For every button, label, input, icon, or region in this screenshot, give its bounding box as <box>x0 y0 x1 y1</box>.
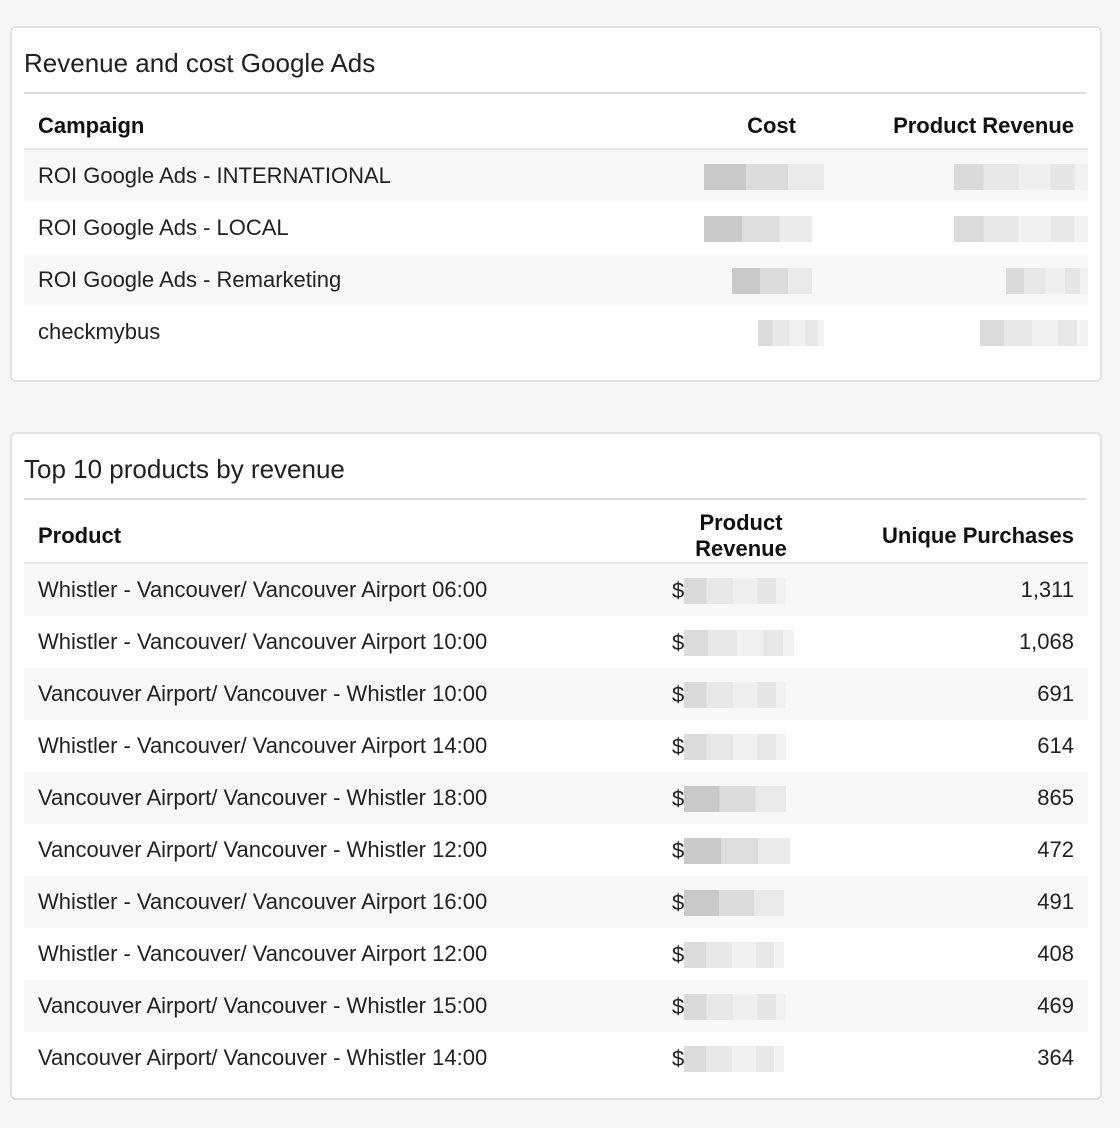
unique-purchases: 491 <box>844 876 1088 928</box>
campaigns-table: Campaign Cost Product Revenue ROI Google… <box>24 104 1088 358</box>
redacted-revenue <box>980 319 1088 346</box>
revenue-cost-title: Revenue and cost Google Ads <box>24 48 376 78</box>
revenue-cell: $ <box>638 720 844 772</box>
column-header-campaign[interactable]: Campaign <box>24 104 624 150</box>
revenue-cost-card: Revenue and cost Google Ads Campaign Cos… <box>10 26 1102 382</box>
campaign-name: checkmybus <box>38 319 161 344</box>
currency-symbol: $ <box>672 993 685 1019</box>
column-header-product-revenue[interactable]: Product Revenue <box>638 510 844 564</box>
redacted-revenue <box>954 215 1088 242</box>
column-header-product[interactable]: Product <box>24 510 638 564</box>
currency-symbol: $ <box>672 1045 685 1071</box>
redacted-revenue <box>684 889 785 916</box>
table-row: Vancouver Airport/ Vancouver - Whistler … <box>24 1032 1088 1084</box>
table-row: ROI Google Ads - Remarketing <box>24 254 1088 306</box>
products-header-row: Product Product Revenue Unique Purchases <box>24 510 1088 564</box>
unique-purchases: 408 <box>1037 941 1074 966</box>
redacted-revenue <box>684 993 787 1020</box>
revenue-cell: $ <box>638 876 844 928</box>
campaigns-header-row: Campaign Cost Product Revenue <box>24 104 1088 150</box>
revenue-cell: $ <box>638 772 844 824</box>
redacted-cost <box>758 319 824 346</box>
table-row: Vancouver Airport/ Vancouver - Whistler … <box>24 980 1088 1032</box>
currency-symbol: $ <box>672 681 685 707</box>
unique-purchases: 865 <box>844 772 1088 824</box>
redacted-revenue <box>684 629 795 656</box>
unique-purchases: 469 <box>844 980 1088 1032</box>
product-name: Whistler - Vancouver/ Vancouver Airport … <box>38 941 488 966</box>
redacted-revenue <box>684 733 787 760</box>
column-header-unique-purchases[interactable]: Unique Purchases <box>844 510 1088 564</box>
currency-symbol: $ <box>672 941 685 967</box>
redacted-revenue <box>684 577 787 604</box>
table-row: Whistler - Vancouver/ Vancouver Airport … <box>24 720 1088 772</box>
unique-purchases: 691 <box>844 668 1088 720</box>
redacted-revenue <box>954 163 1088 190</box>
table-row: Whistler - Vancouver/ Vancouver Airport … <box>24 616 1088 668</box>
table-row: Vancouver Airport/ Vancouver - Whistler … <box>24 824 1088 876</box>
revenue-cell: $ <box>638 616 844 668</box>
redacted-revenue <box>684 941 785 968</box>
product-name: Vancouver Airport/ Vancouver - Whistler … <box>24 772 638 824</box>
product-name: Vancouver Airport/ Vancouver - Whistler … <box>24 668 638 720</box>
table-row: Vancouver Airport/ Vancouver - Whistler … <box>24 668 1088 720</box>
table-row: Whistler - Vancouver/ Vancouver Airport … <box>24 928 1088 980</box>
title-divider <box>24 92 1086 94</box>
currency-symbol: $ <box>672 629 685 655</box>
table-row: ROI Google Ads - INTERNATIONAL <box>24 149 1088 202</box>
table-row: Whistler - Vancouver/ Vancouver Airport … <box>24 876 1088 928</box>
product-name: Whistler - Vancouver/ Vancouver Airport … <box>24 563 638 616</box>
redacted-cost <box>704 215 812 242</box>
table-row: checkmybus <box>24 306 1088 358</box>
currency-symbol: $ <box>672 733 685 759</box>
product-name: Vancouver Airport/ Vancouver - Whistler … <box>24 980 638 1032</box>
table-row: Vancouver Airport/ Vancouver - Whistler … <box>24 772 1088 824</box>
revenue-cell: $ <box>638 824 844 876</box>
top-products-title: Top 10 products by revenue <box>24 454 345 484</box>
redacted-revenue <box>1006 267 1088 294</box>
unique-purchases: 614 <box>1037 733 1074 758</box>
currency-symbol: $ <box>672 577 685 603</box>
products-table: Product Product Revenue Unique Purchases… <box>24 510 1088 1084</box>
column-header-cost[interactable]: Cost <box>624 104 824 150</box>
currency-symbol: $ <box>672 837 685 863</box>
column-header-product-revenue[interactable]: Product Revenue <box>824 104 1088 150</box>
redacted-revenue <box>684 681 787 708</box>
revenue-cell: $ <box>638 668 844 720</box>
campaign-name: ROI Google Ads - Remarketing <box>24 254 624 306</box>
table-row: Whistler - Vancouver/ Vancouver Airport … <box>24 563 1088 616</box>
revenue-cell: $ <box>638 980 844 1032</box>
redacted-cost <box>704 163 824 190</box>
redacted-cost <box>732 267 812 294</box>
currency-symbol: $ <box>672 889 685 915</box>
unique-purchases: 364 <box>1037 1045 1074 1070</box>
unique-purchases: 472 <box>1037 837 1074 862</box>
product-name: Whistler - Vancouver/ Vancouver Airport … <box>24 876 638 928</box>
redacted-revenue <box>684 1045 785 1072</box>
redacted-revenue <box>684 785 787 812</box>
unique-purchases: 1,311 <box>844 563 1088 616</box>
campaign-name: ROI Google Ads - INTERNATIONAL <box>24 149 624 202</box>
product-name: Whistler - Vancouver/ Vancouver Airport … <box>38 629 488 654</box>
top-products-card: Top 10 products by revenue Product Produ… <box>10 432 1102 1100</box>
unique-purchases: 1,068 <box>1018 629 1074 654</box>
product-name: Vancouver Airport/ Vancouver - Whistler … <box>38 1045 488 1070</box>
product-name: Whistler - Vancouver/ Vancouver Airport … <box>38 733 488 758</box>
redacted-revenue <box>684 837 791 864</box>
revenue-cell: $ <box>638 928 844 980</box>
currency-symbol: $ <box>672 785 685 811</box>
product-name: Vancouver Airport/ Vancouver - Whistler … <box>38 837 488 862</box>
revenue-cell: $ <box>638 563 844 616</box>
revenue-cell: $ <box>638 1032 844 1084</box>
campaign-name: ROI Google Ads - LOCAL <box>38 215 289 240</box>
table-row: ROI Google Ads - LOCAL <box>24 202 1088 254</box>
title-divider <box>24 498 1086 500</box>
